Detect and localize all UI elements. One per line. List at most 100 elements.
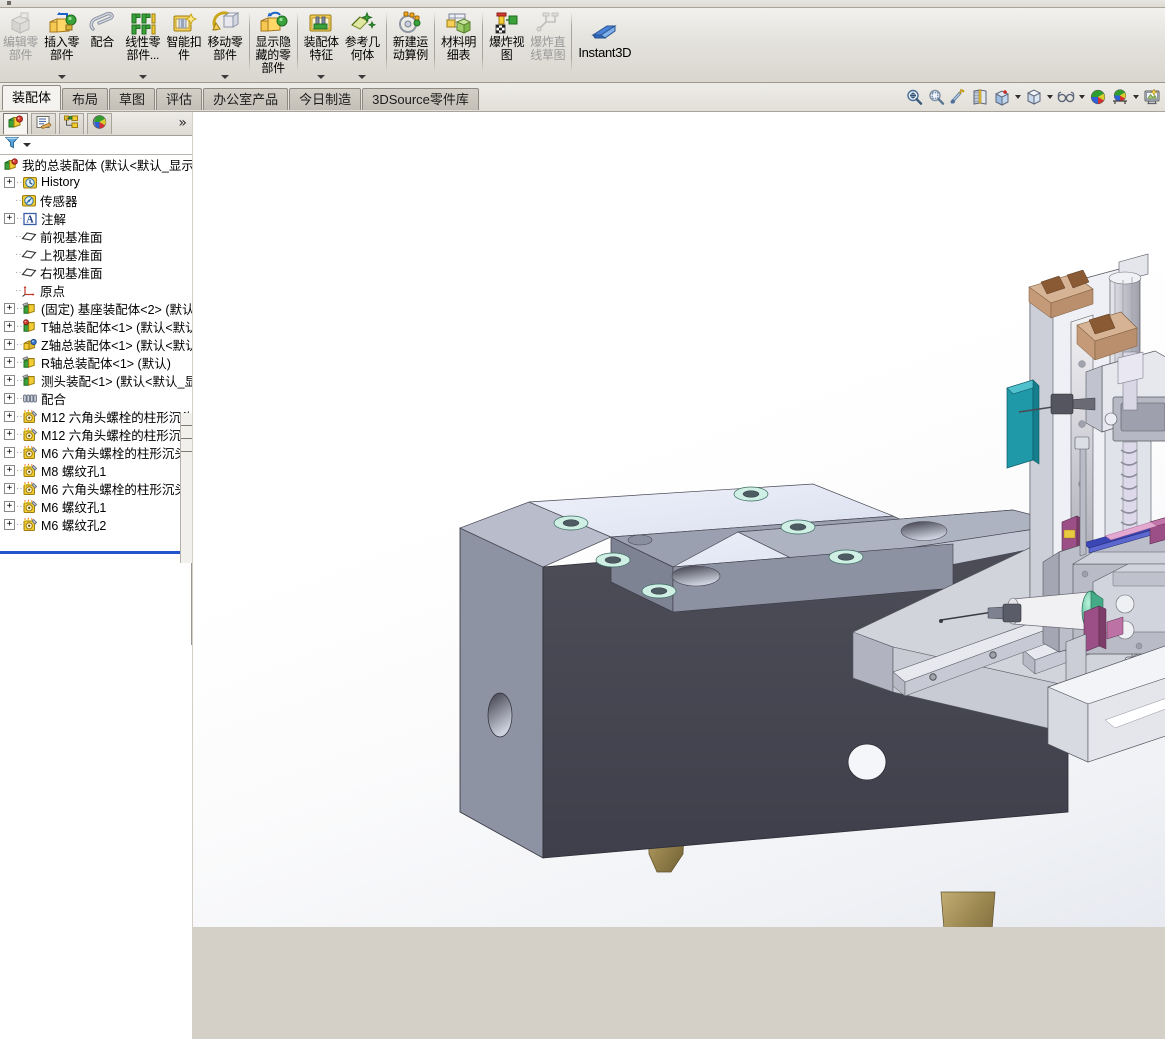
expand-toggle[interactable]: + bbox=[4, 356, 15, 368]
tree-row-right-plane[interactable]: ·· 右视基准面 bbox=[0, 263, 192, 281]
expand-toggle[interactable]: + bbox=[4, 302, 15, 314]
tree-row-z-axis-subassembly[interactable]: + ·· Z轴总装配体<1> (默认<默认 bbox=[0, 335, 192, 353]
tree-row-label: 原点 bbox=[40, 284, 66, 299]
feature-manager-tab-strip: » bbox=[0, 112, 192, 136]
move-component-button[interactable]: 移动零 部件 bbox=[204, 8, 245, 80]
filter-dropdown-arrow[interactable] bbox=[23, 143, 31, 147]
configuration-manager-tab[interactable] bbox=[59, 113, 84, 134]
previous-view-icon[interactable] bbox=[947, 86, 969, 108]
insert-component-button[interactable]: 插入零 部件 bbox=[41, 8, 82, 80]
hide-show-items-dropdown-arrow[interactable] bbox=[1077, 86, 1087, 108]
tree-row-sensors[interactable]: ·· 传感器 bbox=[0, 191, 192, 209]
expand-toggle[interactable]: + bbox=[4, 212, 15, 224]
exploded-view-button[interactable]: 爆炸视 图 bbox=[486, 8, 527, 80]
assembly-feature-dropdown-arrow[interactable] bbox=[317, 75, 326, 79]
expand-toggle[interactable]: + bbox=[4, 320, 15, 332]
zoom-to-fit-icon[interactable] bbox=[903, 86, 925, 108]
tab-manufacture-today[interactable]: 今日制造 bbox=[289, 88, 362, 110]
tab-evaluate[interactable]: 评估 bbox=[156, 88, 203, 110]
tree-row-threaded-hole-m6-1[interactable]: + ·· M6 螺纹孔1 bbox=[0, 497, 192, 515]
tab-sketch[interactable]: 草图 bbox=[109, 88, 156, 110]
expand-toggle[interactable]: + bbox=[4, 338, 15, 350]
zoom-to-area-icon[interactable] bbox=[925, 86, 947, 108]
explode-line-sketch-button[interactable]: 爆炸直 线草图 bbox=[527, 8, 568, 80]
linear-component-pattern-dropdown-arrow[interactable] bbox=[138, 75, 147, 79]
assembly-feature-button[interactable]: 装配体 特征 bbox=[301, 8, 342, 80]
tree-row-probe-subassembly[interactable]: + ·· 测头装配<1> (默认<默认_显 bbox=[0, 371, 192, 389]
feature-manager-overflow-button[interactable]: » bbox=[178, 115, 187, 131]
tree-row-threaded-hole-m8-1[interactable]: + ·· M8 螺纹孔1 bbox=[0, 461, 192, 479]
hide-show-items-icon[interactable] bbox=[1055, 86, 1077, 108]
view-orientation-dropdown-arrow[interactable] bbox=[1013, 86, 1023, 108]
smart-fasteners-button[interactable]: 智能扣 件 bbox=[163, 8, 204, 80]
expand-toggle[interactable]: + bbox=[4, 500, 15, 512]
display-style-dropdown-arrow[interactable] bbox=[1045, 86, 1055, 108]
mate-button[interactable]: 配合 bbox=[82, 8, 122, 80]
feature-tree-scrollbar[interactable] bbox=[180, 413, 192, 563]
tree-row-t-axis-subassembly[interactable]: + ·· T轴总装配体<1> (默认<默认 bbox=[0, 317, 192, 335]
reference-geometry-dropdown-arrow[interactable] bbox=[358, 75, 367, 79]
tree-row-hole-wizard-m6-b[interactable]: + ·· M6 六角头螺栓的柱形沉头孑 bbox=[0, 479, 192, 497]
tree-row-mates-folder[interactable]: + ·· 配合 bbox=[0, 389, 192, 407]
tree-row-threaded-hole-m6-2[interactable]: + ·· M6 螺纹孔2 bbox=[0, 515, 192, 533]
tree-row-annotations[interactable]: + ·· A 注解 bbox=[0, 209, 192, 227]
tab-assembly[interactable]: 装配体 bbox=[2, 85, 62, 110]
ribbon-separator-5 bbox=[482, 12, 484, 72]
property-manager-tab[interactable] bbox=[31, 113, 56, 134]
edit-component-button[interactable]: 编辑零 部件 bbox=[0, 8, 41, 80]
view-orientation-icon[interactable] bbox=[991, 86, 1013, 108]
configuration-manager-icon bbox=[63, 114, 80, 135]
apply-scene-icon[interactable] bbox=[1109, 86, 1131, 108]
tree-row-r-axis-subassembly[interactable]: + ·· R轴总装配体<1> (默认) bbox=[0, 353, 192, 371]
subassembly-icon bbox=[21, 372, 38, 388]
tree-row-origin[interactable]: ·· 原点 bbox=[0, 281, 192, 299]
display-style-icon[interactable] bbox=[1023, 86, 1045, 108]
expand-toggle[interactable]: + bbox=[4, 518, 15, 530]
move-component-dropdown-arrow[interactable] bbox=[220, 75, 229, 79]
expand-toggle[interactable]: + bbox=[4, 176, 15, 188]
tree-row-hole-wizard-m12-a[interactable]: + ·· M12 六角头螺栓的柱形沉头 bbox=[0, 407, 192, 425]
feature-tree-filter-bar[interactable] bbox=[0, 136, 192, 155]
view-settings-icon[interactable] bbox=[1141, 86, 1163, 108]
tree-row-root[interactable]: 我的总装配体 (默认<默认_显示 bbox=[0, 155, 192, 173]
exploded-view-icon bbox=[493, 10, 521, 36]
window-menu-icon[interactable] bbox=[7, 1, 11, 5]
graphics-viewport[interactable]: Z Y X bbox=[193, 112, 1165, 927]
apply-scene-dropdown-arrow[interactable] bbox=[1131, 86, 1141, 108]
expand-toggle[interactable]: + bbox=[4, 428, 15, 440]
expand-toggle[interactable]: + bbox=[4, 482, 15, 494]
insert-component-dropdown-arrow[interactable] bbox=[57, 75, 66, 79]
assembly-feature-label: 装配体 特征 bbox=[303, 35, 339, 62]
ribbon-group-features: 装配体 特征 参考几 何体 bbox=[301, 8, 383, 82]
tree-row-top-plane[interactable]: ·· 上视基准面 bbox=[0, 245, 192, 263]
new-motion-study-button[interactable]: 新建运 动算例 bbox=[390, 8, 431, 80]
feature-tree-tab[interactable] bbox=[3, 113, 28, 134]
tree-row-front-plane[interactable]: ·· 前视基准面 bbox=[0, 227, 192, 245]
edit-appearance-icon[interactable] bbox=[1087, 86, 1109, 108]
tree-row-base-subassembly[interactable]: + ·· (固定) 基座装配体<2> (默认 bbox=[0, 299, 192, 317]
tree-selection-bar bbox=[0, 551, 192, 554]
tree-row-hole-wizard-m6-a[interactable]: + ·· M6 六角头螺栓的柱形沉头孑 bbox=[0, 443, 192, 461]
tree-row-label: M6 六角头螺栓的柱形沉头孑 bbox=[41, 446, 192, 461]
teal-sensor-block bbox=[1006, 379, 1040, 469]
expand-toggle[interactable]: + bbox=[4, 374, 15, 386]
reference-geometry-button[interactable]: 参考几 何体 bbox=[342, 8, 383, 80]
tab-office-products[interactable]: 办公室产品 bbox=[203, 88, 289, 110]
tab-3dsource-library[interactable]: 3DSource零件库 bbox=[362, 88, 479, 110]
explode-line-sketch-label: 爆炸直 线草图 bbox=[530, 35, 566, 62]
tab-layout[interactable]: 布局 bbox=[62, 88, 109, 110]
instant3d-label: Instant3D bbox=[578, 45, 632, 60]
expand-toggle[interactable]: + bbox=[4, 392, 15, 404]
instant3d-button[interactable]: Instant3D bbox=[575, 8, 634, 80]
tree-row-hole-wizard-m12-b[interactable]: + ·· M12 六角头螺栓的柱形沉头 bbox=[0, 425, 192, 443]
expand-toggle[interactable]: + bbox=[4, 464, 15, 476]
display-manager-tab[interactable] bbox=[87, 113, 112, 134]
show-hidden-components-button[interactable]: 显示隐 藏的零 部件 bbox=[253, 8, 294, 80]
expand-toggle[interactable]: + bbox=[4, 446, 15, 458]
linear-component-pattern-button[interactable]: 线性零 部件... bbox=[122, 8, 163, 80]
tree-row-history[interactable]: + ·· History bbox=[0, 173, 192, 191]
bill-of-materials-button[interactable]: 材料明 细表 bbox=[438, 8, 479, 80]
section-view-icon[interactable] bbox=[969, 86, 991, 108]
show-hidden-components-label: 显示隐 藏的零 部件 bbox=[255, 35, 291, 75]
expand-toggle[interactable]: + bbox=[4, 410, 15, 422]
